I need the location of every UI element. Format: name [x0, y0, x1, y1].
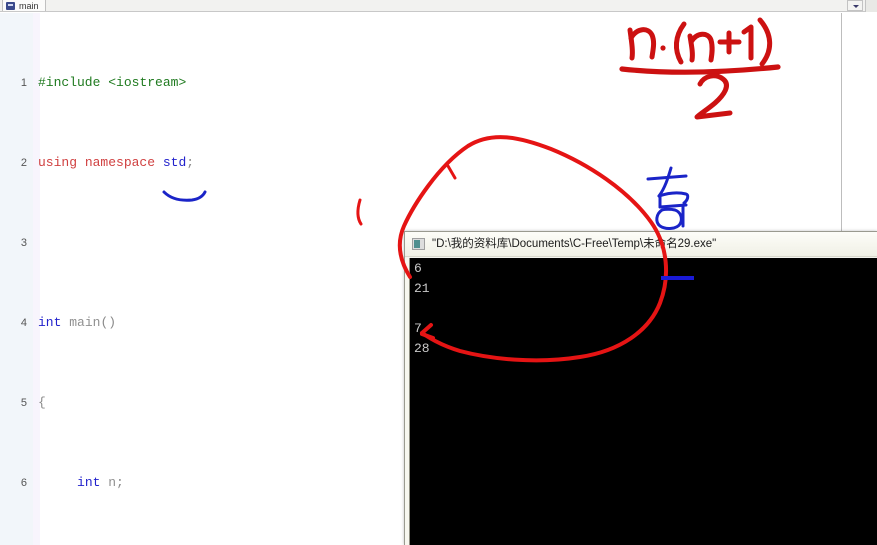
line-number: 4: [20, 317, 27, 329]
tab-list-dropdown-button[interactable]: [847, 0, 863, 11]
code-line[interactable]: 2 using namespace std;: [0, 153, 877, 173]
line-number: 2: [20, 157, 27, 169]
console-window[interactable]: "D:\我的资料库\Documents\C-Free\Temp\未命名29.ex…: [404, 231, 877, 545]
screen-root: main 1 #include <iostream> 2 using names…: [0, 0, 877, 545]
file-icon: [6, 2, 15, 10]
console-app-icon: [412, 238, 425, 250]
line-text: {: [38, 395, 46, 410]
line-number: 6: [20, 477, 27, 489]
line-number: 3: [20, 237, 27, 249]
line-number: 1: [20, 77, 27, 89]
chevron-down-icon: [853, 5, 859, 8]
line-number: 5: [20, 397, 27, 409]
tab-strip-right-edge: [865, 0, 877, 12]
console-output-area[interactable]: 6 21 7 28: [409, 258, 877, 545]
line-text: #include <iostream>: [38, 75, 187, 90]
console-title-text: "D:\我的资料库\Documents\C-Free\Temp\未命名29.ex…: [432, 238, 717, 250]
tab-main[interactable]: main: [2, 0, 46, 11]
line-text: int main(): [38, 315, 117, 330]
console-output-text: 6 21 7 28: [414, 261, 430, 356]
tab-main-label: main: [19, 1, 39, 11]
editor-tab-strip: main: [0, 0, 877, 12]
console-title-bar[interactable]: "D:\我的资料库\Documents\C-Free\Temp\未命名29.ex…: [405, 232, 877, 257]
line-text: int n;: [77, 475, 124, 490]
line-text: using namespace std;: [38, 155, 195, 170]
code-line[interactable]: 1 #include <iostream>: [0, 73, 877, 93]
